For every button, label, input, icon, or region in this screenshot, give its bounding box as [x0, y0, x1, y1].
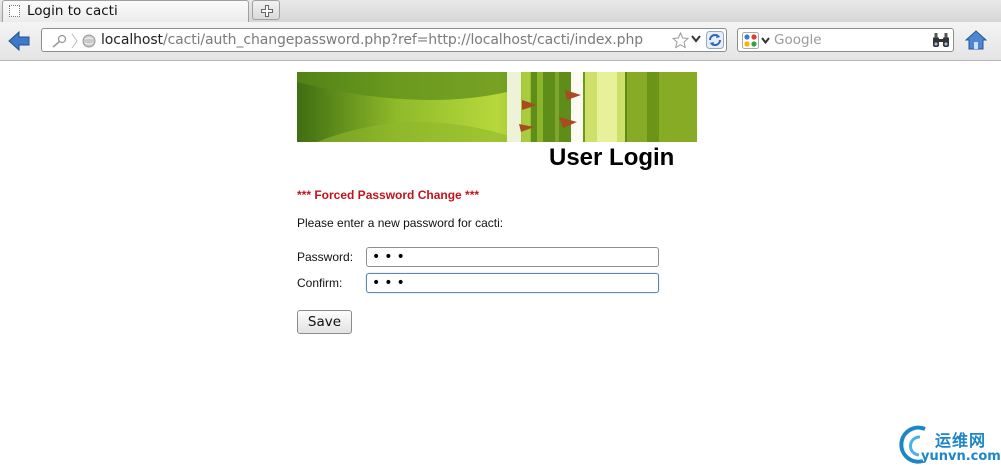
- new-tab-button[interactable]: [252, 0, 280, 20]
- back-button[interactable]: [6, 29, 32, 53]
- reload-icon[interactable]: [706, 31, 724, 49]
- history-dropdown-icon[interactable]: [691, 35, 701, 43]
- url-path: /cacti/auth_changepassword.php?ref=http:…: [162, 32, 644, 48]
- globe-icon: [82, 34, 96, 48]
- site-identity-icon[interactable]: [48, 33, 78, 49]
- home-icon[interactable]: [965, 30, 987, 50]
- search-input[interactable]: [774, 31, 924, 49]
- browser-tab[interactable]: Login to cacti: [2, 0, 249, 22]
- watermark-chinese-text: 运维网: [935, 431, 987, 450]
- cacti-banner-image: [297, 72, 697, 142]
- search-bar[interactable]: [737, 28, 954, 52]
- password-field[interactable]: [366, 247, 659, 267]
- url-text[interactable]: localhost/cacti/auth_changepassword.php?…: [101, 32, 643, 48]
- bookmark-star-icon[interactable]: [672, 32, 689, 49]
- confirm-password-field[interactable]: [366, 273, 659, 293]
- forced-password-change-notice: *** Forced Password Change ***: [297, 188, 480, 202]
- google-engine-icon[interactable]: [742, 32, 759, 49]
- engine-dropdown-icon[interactable]: [761, 37, 770, 44]
- page-content: User Login *** Forced Password Change **…: [0, 61, 1001, 472]
- address-bar[interactable]: localhost/cacti/auth_changepassword.php?…: [41, 28, 727, 52]
- confirm-label: Confirm:: [297, 276, 343, 290]
- url-host: localhost: [101, 32, 163, 48]
- tab-strip: Login to cacti: [0, 0, 1001, 23]
- password-label: Password:: [297, 250, 354, 264]
- watermark-domain-text: yunvn.com: [921, 449, 1001, 464]
- instructions-text: Please enter a new password for cacti:: [297, 216, 504, 230]
- site-watermark: 运维网 yunvn.com: [895, 423, 1001, 469]
- back-arrow-icon: [8, 30, 30, 52]
- page-favicon-icon: [9, 5, 20, 17]
- tab-title: Login to cacti: [27, 3, 118, 19]
- navigation-toolbar: localhost/cacti/auth_changepassword.php?…: [0, 22, 1001, 61]
- save-button[interactable]: Save: [297, 310, 352, 334]
- page-title: User Login: [549, 144, 675, 171]
- plus-icon: [261, 5, 273, 17]
- binoculars-icon[interactable]: [932, 32, 950, 49]
